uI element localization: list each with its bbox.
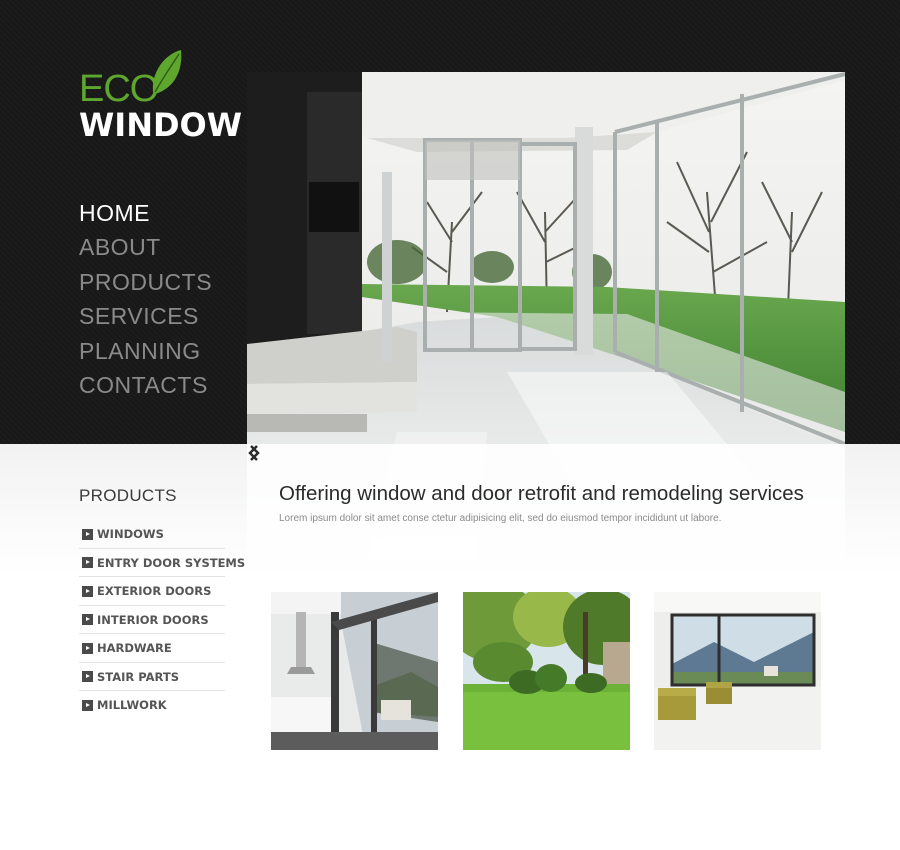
- play-bullet-icon: [82, 614, 93, 625]
- nav-item-planning[interactable]: PLANNING: [79, 334, 212, 368]
- play-bullet-icon: [82, 642, 93, 654]
- thumbnail-living-room[interactable]: [654, 592, 821, 750]
- chevron-right-icon[interactable]: [247, 444, 261, 462]
- sidebar-item-stair-parts[interactable]: STAIR PARTS: [79, 663, 225, 691]
- sidebar-item-label: ENTRY DOOR SYSTEMS: [97, 555, 246, 570]
- thumbnail-garden[interactable]: [463, 592, 630, 750]
- play-bullet-icon: [82, 671, 93, 682]
- nav-item-contacts[interactable]: CONTACTS: [79, 368, 212, 402]
- sidebar-product-list: WINDOWS ENTRY DOOR SYSTEMS EXTERIOR DOOR…: [79, 520, 245, 720]
- sidebar-item-label: HARDWARE: [97, 641, 172, 655]
- nav-item-services[interactable]: SERVICES: [79, 299, 212, 333]
- living-room-window-photo: [654, 592, 821, 750]
- hero-title: Offering window and door retrofit and re…: [279, 482, 804, 505]
- sidebar-item-label: INTERIOR DOORS: [97, 612, 209, 627]
- sidebar-item-label: STAIR PARTS: [97, 669, 180, 684]
- hero-text: Lorem ipsum dolor sit amet conse ctetur …: [279, 513, 722, 524]
- kitchen-window-photo: [271, 592, 438, 750]
- sidebar-item-label: WINDOWS: [97, 527, 164, 541]
- sidebar-item-exterior-doors[interactable]: EXTERIOR DOORS: [79, 577, 225, 606]
- sidebar-item-interior-doors[interactable]: INTERIOR DOORS: [79, 606, 225, 634]
- logo-eco-text: ECO: [79, 68, 159, 110]
- sidebar-item-windows[interactable]: WINDOWS: [79, 520, 225, 549]
- nav-item-about[interactable]: ABOUT: [79, 230, 212, 264]
- thumbnail-kitchen[interactable]: [271, 592, 438, 750]
- sidebar-item-entry-door-systems[interactable]: ENTRY DOOR SYSTEMS: [79, 549, 245, 577]
- leaf-icon: [152, 50, 182, 94]
- hero-caption: Offering window and door retrofit and re…: [247, 444, 845, 560]
- sidebar-item-millwork[interactable]: MILLWORK: [79, 691, 225, 720]
- garden-lawn-photo: [463, 592, 630, 750]
- play-bullet-icon: [82, 585, 93, 597]
- play-bullet-icon: [82, 699, 93, 711]
- nav-item-products[interactable]: PRODUCTS: [79, 265, 212, 299]
- hero-slider[interactable]: Offering window and door retrofit and re…: [247, 72, 845, 560]
- site-logo[interactable]: ECO WINDOW: [79, 48, 249, 148]
- main-nav: HOME ABOUT PRODUCTS SERVICES PLANNING CO…: [79, 196, 212, 402]
- logo-window-text: WINDOW: [79, 106, 243, 144]
- nav-item-home[interactable]: HOME: [79, 196, 212, 230]
- sidebar-title: PRODUCTS: [79, 486, 177, 505]
- play-bullet-icon: [82, 557, 93, 568]
- sidebar-item-hardware[interactable]: HARDWARE: [79, 634, 225, 663]
- sidebar-item-label: EXTERIOR DOORS: [97, 584, 212, 598]
- play-bullet-icon: [82, 528, 93, 540]
- sidebar-item-label: MILLWORK: [97, 698, 167, 712]
